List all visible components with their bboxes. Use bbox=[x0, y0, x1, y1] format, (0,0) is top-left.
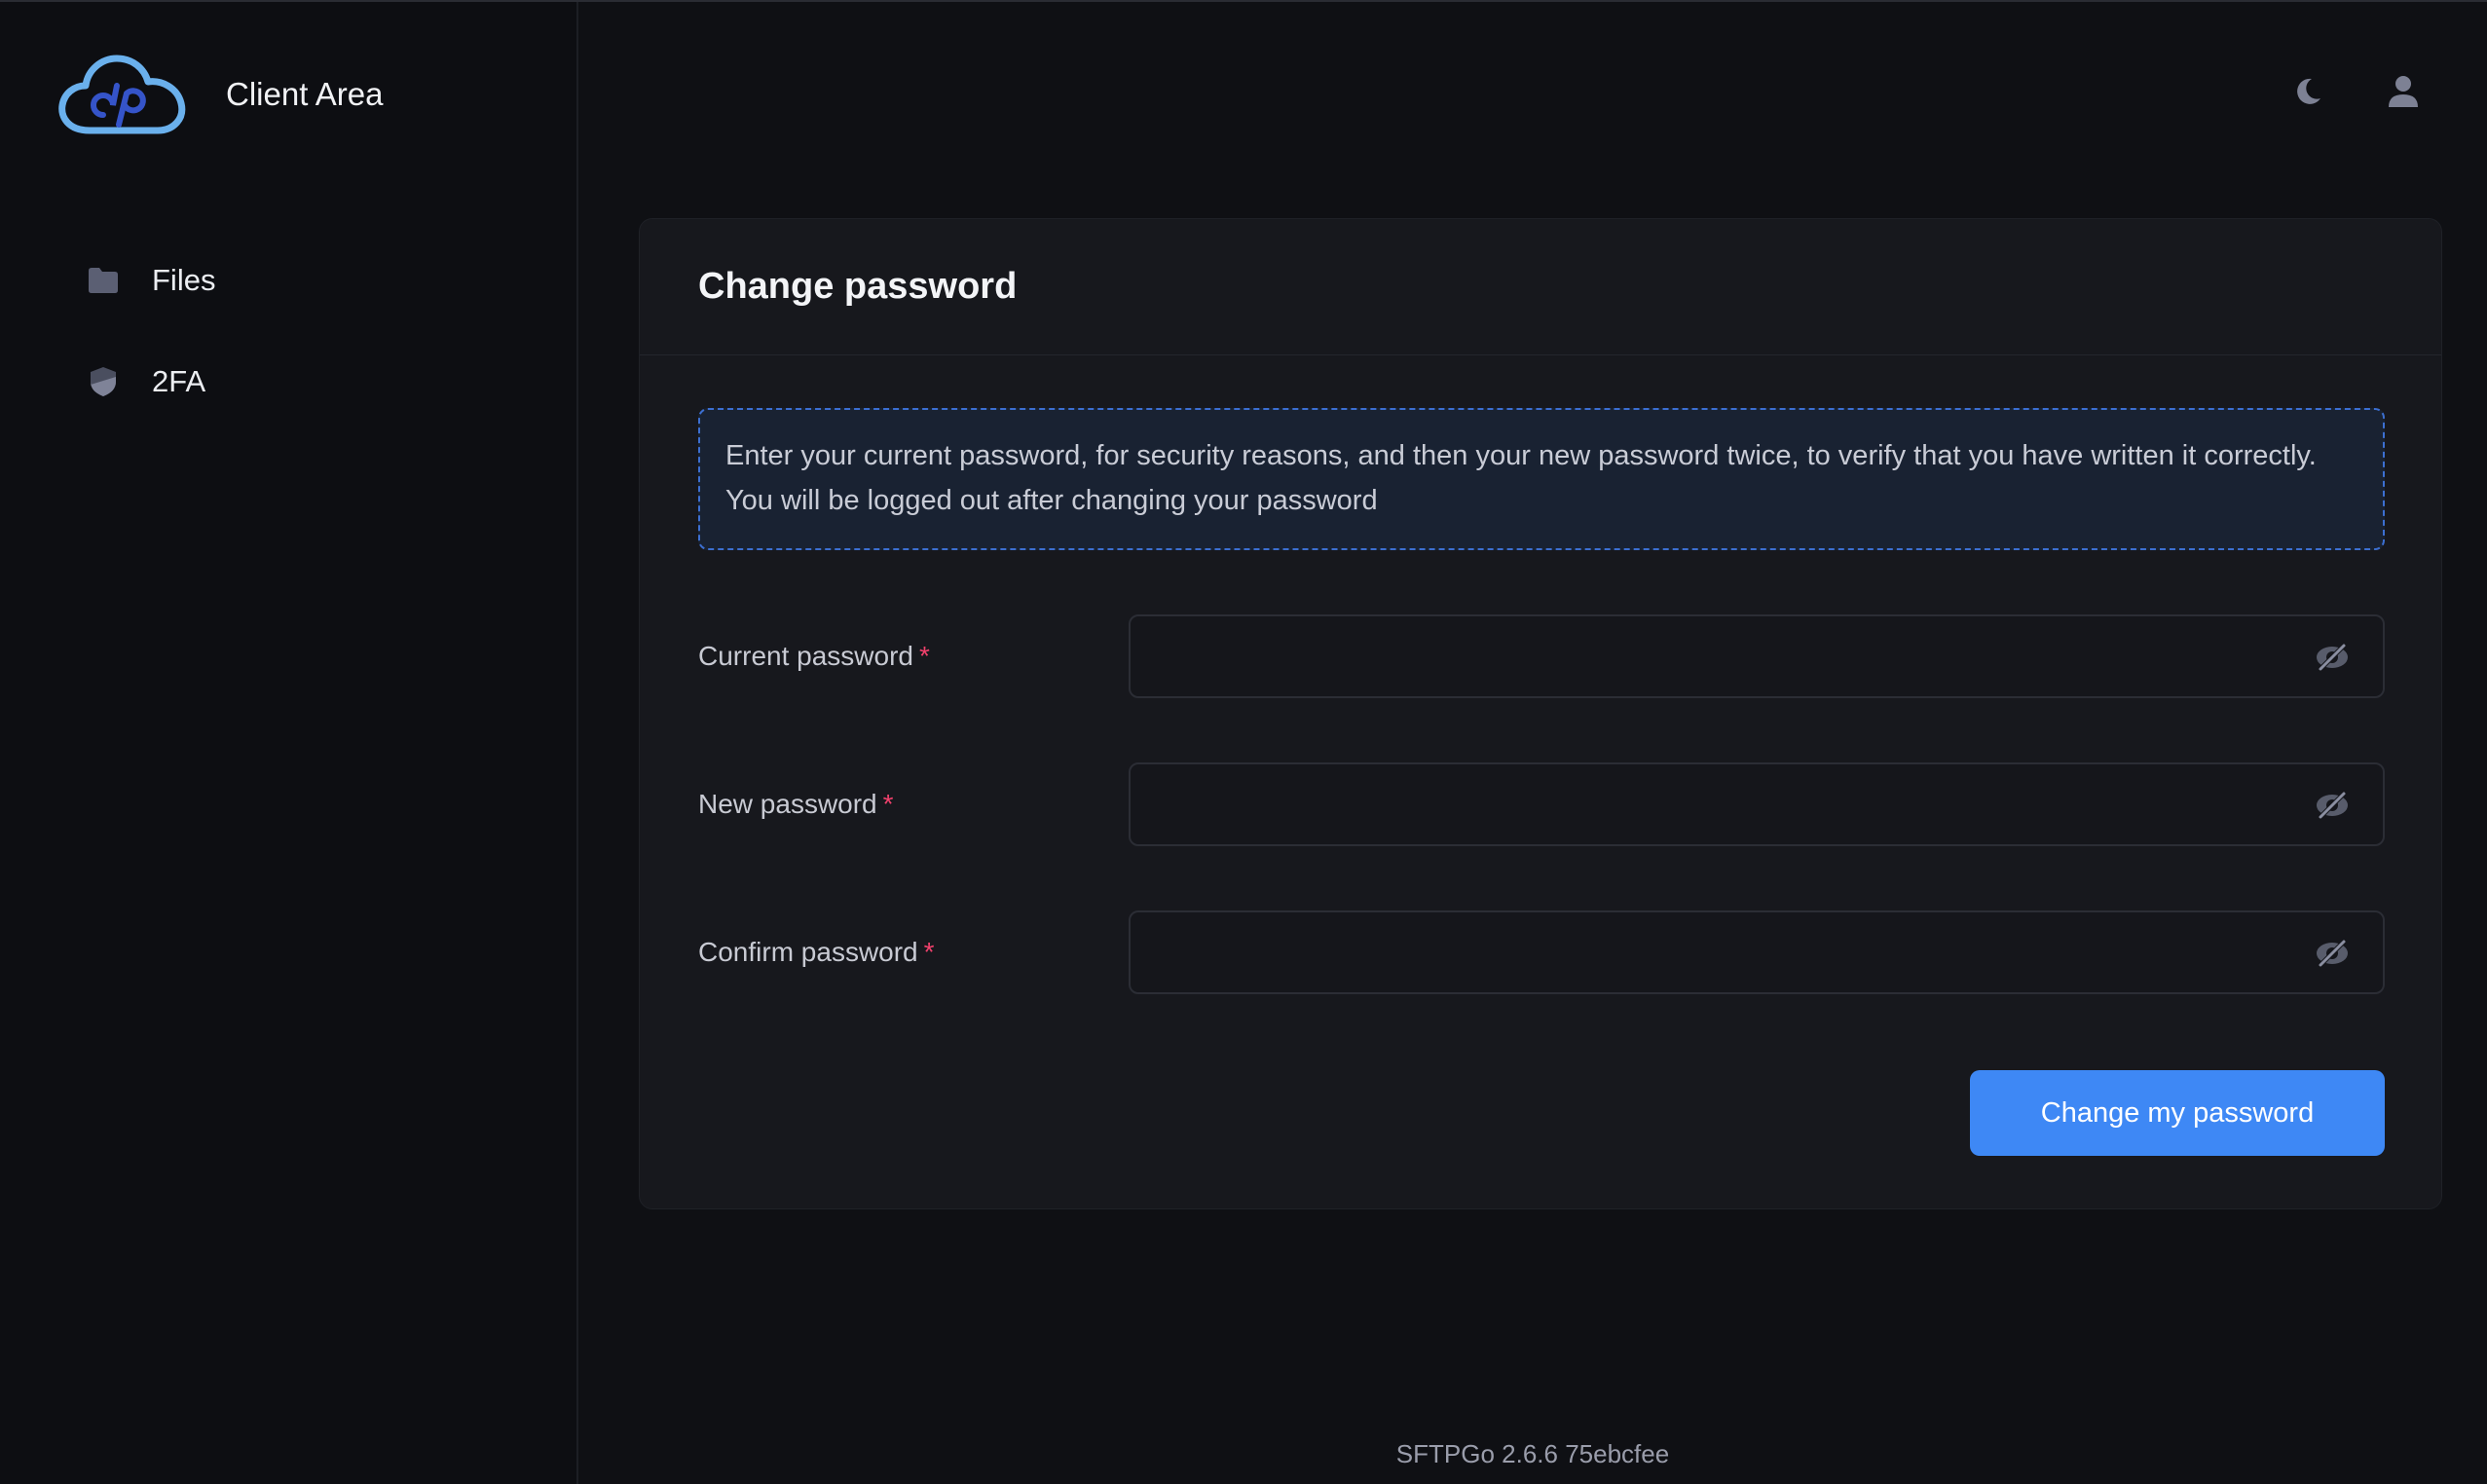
required-mark: * bbox=[918, 641, 930, 671]
sidebar-item-files[interactable]: Files bbox=[86, 253, 215, 308]
current-password-label: Current password * bbox=[698, 641, 930, 671]
card-header: Change password bbox=[640, 219, 2441, 355]
current-password-row: Current password * bbox=[698, 614, 2385, 698]
app-title: Client Area bbox=[226, 76, 384, 112]
confirm-password-row: Confirm password * bbox=[698, 910, 2385, 994]
new-password-label: New password * bbox=[698, 789, 894, 819]
logo-icon bbox=[58, 55, 186, 134]
change-password-button[interactable]: Change my password bbox=[1970, 1070, 2385, 1156]
new-password-input[interactable] bbox=[1131, 764, 2383, 844]
info-notice: Enter your current password, for securit… bbox=[698, 408, 2385, 550]
eye-slash-icon bbox=[2317, 938, 2348, 969]
new-password-field-wrapper bbox=[1129, 762, 2385, 846]
sidebar-item-label: 2FA bbox=[152, 364, 206, 398]
confirm-password-input[interactable] bbox=[1131, 912, 2383, 992]
change-password-card: Change password Enter your current passw… bbox=[639, 218, 2442, 1209]
brand[interactable]: Client Area bbox=[56, 53, 383, 136]
current-password-input[interactable] bbox=[1131, 616, 2383, 696]
required-mark: * bbox=[923, 937, 935, 967]
required-mark: * bbox=[882, 789, 894, 819]
user-menu-button[interactable] bbox=[2382, 70, 2425, 113]
toggle-visibility-button[interactable] bbox=[2311, 636, 2354, 679]
toggle-visibility-button[interactable] bbox=[2311, 932, 2354, 975]
page-title: Change password bbox=[698, 266, 1018, 307]
sidebar: Client Area Files 2FA bbox=[0, 2, 578, 1484]
shield-icon bbox=[86, 364, 121, 399]
confirm-password-field-wrapper bbox=[1129, 910, 2385, 994]
new-password-row: New password * bbox=[698, 762, 2385, 846]
moon-icon bbox=[2297, 78, 2320, 104]
eye-slash-icon bbox=[2317, 790, 2348, 821]
toggle-visibility-button[interactable] bbox=[2311, 784, 2354, 827]
user-icon bbox=[2389, 76, 2418, 107]
version-footer: SFTPGo 2.6.6 75ebcfee bbox=[1395, 1439, 1670, 1468]
sidebar-item-2fa[interactable]: 2FA bbox=[86, 354, 215, 409]
confirm-password-label: Confirm password * bbox=[698, 937, 935, 967]
folder-icon bbox=[86, 263, 121, 298]
sidebar-item-label: Files bbox=[152, 263, 216, 297]
sidebar-nav: Files 2FA bbox=[86, 253, 215, 456]
current-password-field-wrapper bbox=[1129, 614, 2385, 698]
theme-toggle-button[interactable] bbox=[2286, 70, 2329, 113]
eye-slash-icon bbox=[2317, 642, 2348, 673]
